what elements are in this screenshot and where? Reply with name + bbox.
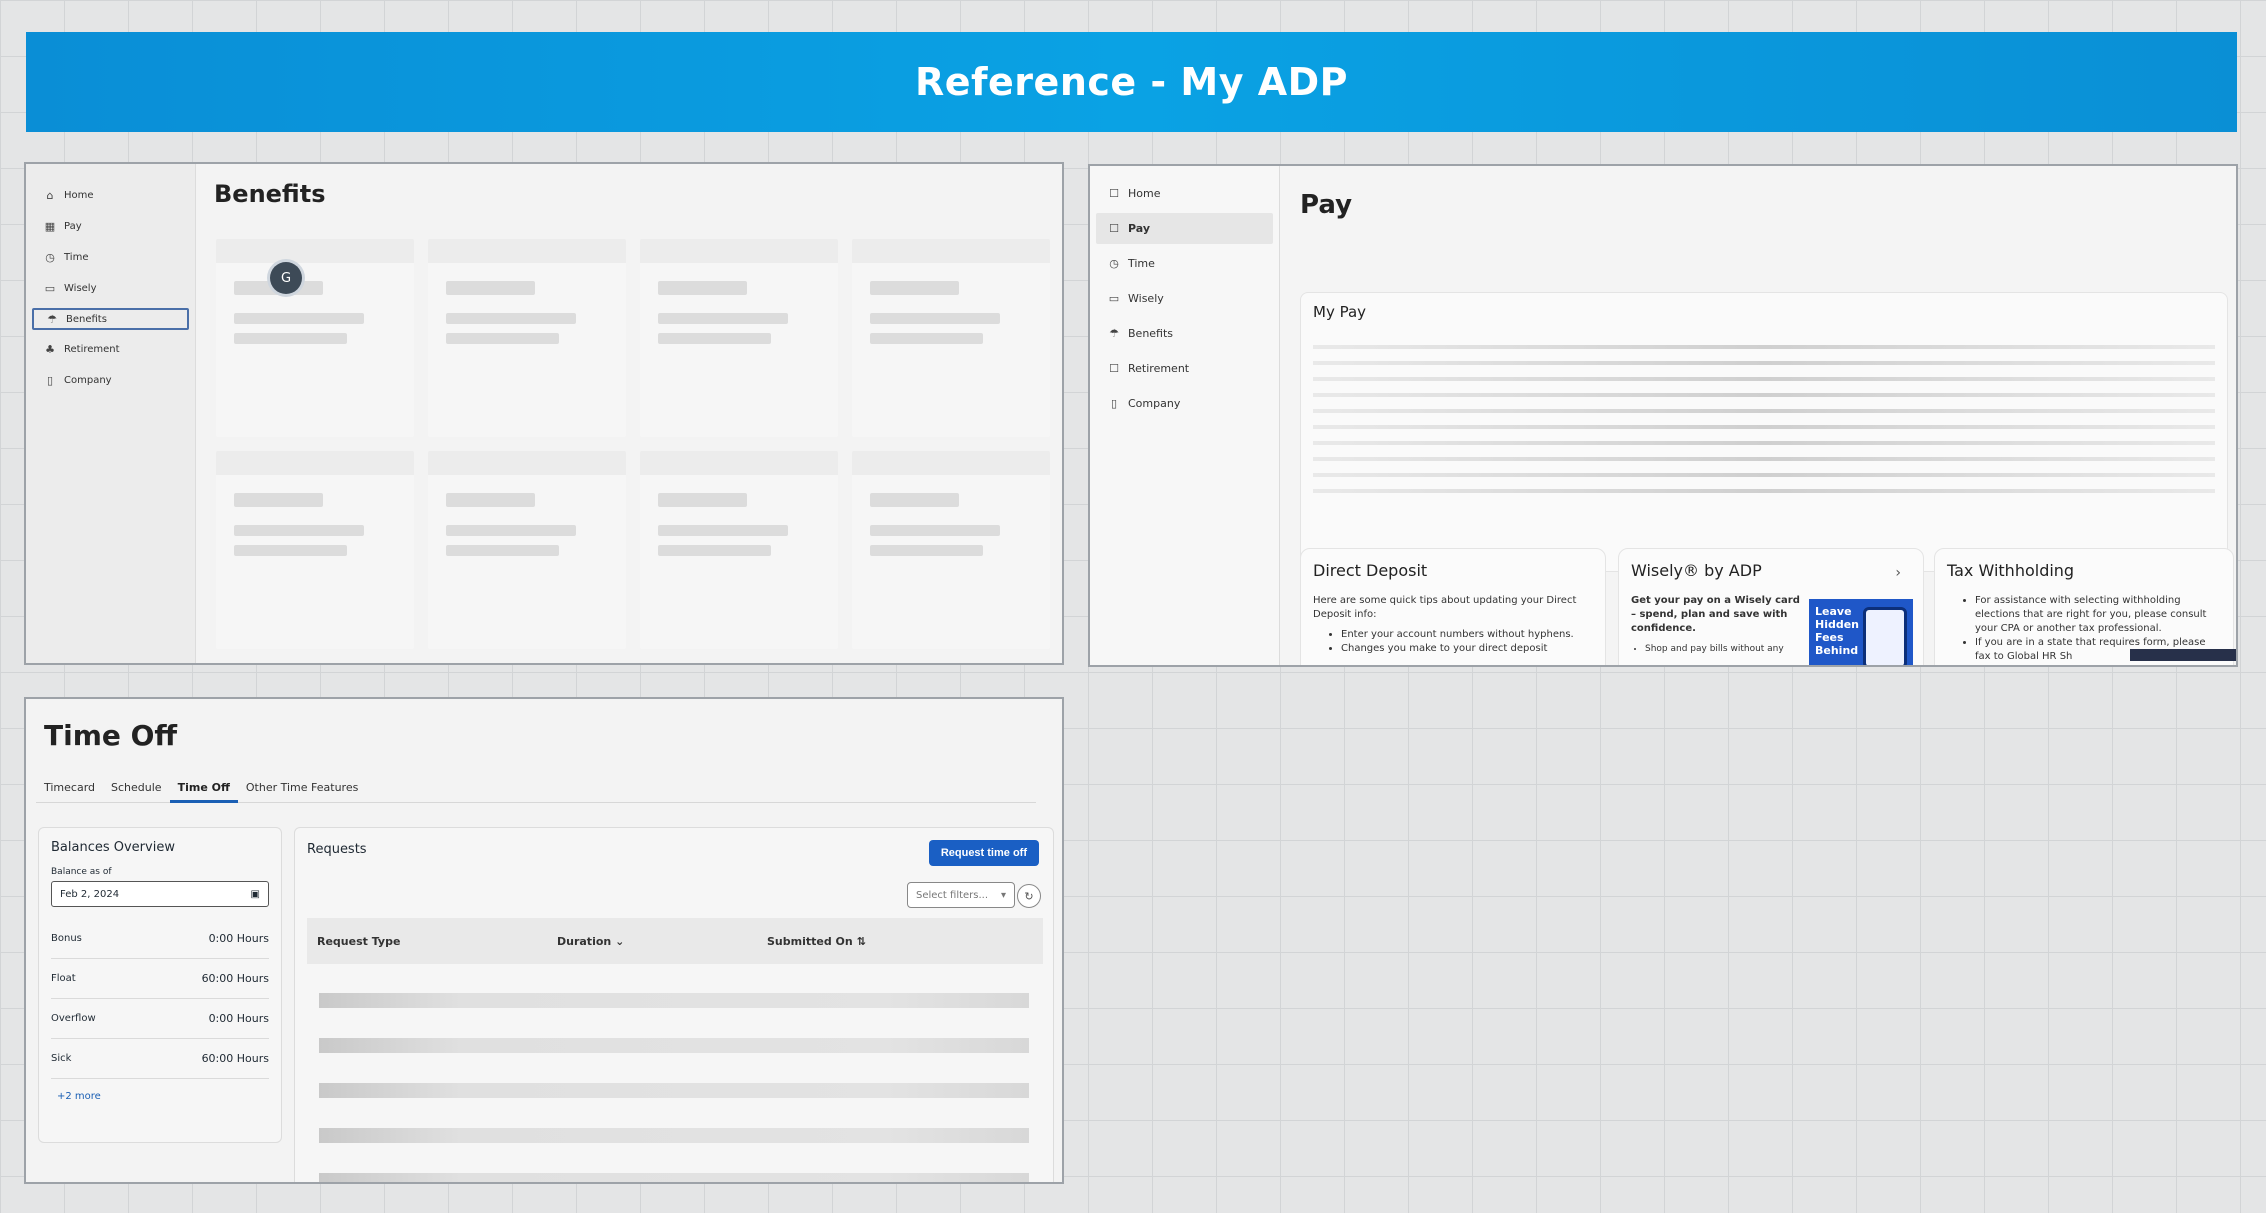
chevron-right-icon[interactable]: › — [1895, 565, 1901, 581]
tab-time-off[interactable]: Time Off — [169, 777, 238, 803]
balance-row: Bonus 0:00 Hours — [51, 919, 269, 959]
phone-icon — [1863, 607, 1907, 665]
column-header-duration[interactable]: Duration ⌄ — [547, 935, 757, 948]
balances-title: Balances Overview — [51, 840, 175, 855]
pay-screenshot-panel: ☐ Home ☐ Pay ◷ Time ▭ Wisely ☂ Benefits ☐ Reti… — [1088, 164, 2238, 667]
page-title: Pay — [1300, 190, 1353, 220]
card-icon: ▭ — [44, 282, 56, 295]
reference-banner: Reference - My ADP — [26, 32, 2237, 132]
request-time-off-button[interactable]: Request time off — [928, 840, 1039, 866]
sidebar-item-pay[interactable]: ☐ Pay — [1096, 213, 1273, 244]
page-title: Benefits — [214, 180, 326, 208]
sort-icon: ⇅ — [856, 934, 866, 948]
benefit-card-skeleton — [216, 451, 414, 649]
benefit-card-skeleton — [852, 239, 1050, 437]
wisely-title: Wisely® by ADP — [1631, 561, 1762, 580]
requests-card: Requests Request time off Select filters… — [294, 827, 1054, 1182]
chevron-down-icon: ⌄ — [615, 934, 625, 948]
tab-schedule[interactable]: Schedule — [103, 777, 170, 803]
balances-overview-card: Balances Overview Balance as of Feb 2, 2… — [38, 827, 282, 1143]
sidebar-item-time[interactable]: ◷ Time — [32, 242, 189, 273]
home-icon: ⌂ — [46, 189, 54, 202]
my-pay-card: My Pay — [1300, 292, 2228, 572]
building-icon: ▯ — [1110, 397, 1118, 410]
taskbar-fragment — [2130, 649, 2236, 661]
cash-icon: ☐ — [1109, 222, 1119, 235]
tax-withholding-title: Tax Withholding — [1947, 561, 2075, 580]
time-off-screenshot-panel: Time Off Timecard Schedule Time Off Othe… — [24, 697, 1064, 1184]
benefit-card-skeleton — [216, 239, 414, 437]
clock-icon: ◷ — [45, 251, 55, 264]
sidebar-item-pay[interactable]: ▦ Pay — [32, 211, 189, 242]
cash-icon: ▦ — [44, 220, 56, 233]
table-row — [319, 1083, 1029, 1098]
my-pay-title: My Pay — [1313, 303, 1367, 321]
piggy-bank-icon: ♣ — [45, 343, 55, 356]
filter-select[interactable]: Select filters... ▾ — [907, 882, 1015, 908]
benefit-card-skeleton — [640, 239, 838, 437]
pay-sidebar: ☐ Home ☐ Pay ◷ Time ▭ Wisely ☂ Benefits ☐ Reti… — [1090, 166, 1280, 665]
table-row — [319, 1038, 1029, 1053]
benefits-sidebar: ⌂ Home ▦ Pay ◷ Time ▭ Wisely ☂ Benefits ♣ Reti… — [26, 164, 196, 663]
benefits-screenshot-panel: ⌂ Home ▦ Pay ◷ Time ▭ Wisely ☂ Benefits ♣ Reti… — [24, 162, 1064, 665]
calendar-icon[interactable]: ▣ — [251, 889, 260, 900]
requests-title: Requests — [307, 842, 367, 857]
sidebar-item-benefits[interactable]: ☂ Benefits — [1096, 316, 1273, 351]
table-row — [319, 1173, 1029, 1182]
card-icon: ▭ — [1108, 292, 1120, 305]
benefit-card-skeleton — [852, 451, 1050, 649]
sidebar-item-home[interactable]: ⌂ Home — [32, 180, 189, 211]
sidebar-item-company[interactable]: ▯ Company — [1096, 386, 1273, 421]
table-row — [319, 1128, 1029, 1143]
sidebar-item-retirement[interactable]: ♣ Retirement — [32, 334, 189, 365]
time-tabs: Timecard Schedule Time Off Other Time Fe… — [36, 777, 1036, 803]
wisely-card[interactable]: Wisely® by ADP › Get your pay on a Wisel… — [1618, 548, 1924, 665]
balance-row: Overflow 0:00 Hours — [51, 999, 269, 1039]
more-balances-link[interactable]: +2 more — [51, 1091, 269, 1102]
page-title: Time Off — [44, 719, 178, 752]
sidebar-item-retirement[interactable]: ☐ Retirement — [1096, 351, 1273, 386]
list-item: For assistance with selecting withholdin… — [1975, 594, 2221, 636]
direct-deposit-card[interactable]: Direct Deposit Here are some quick tips … — [1300, 548, 1606, 665]
column-header-submitted-on[interactable]: Submitted On ⇅ — [757, 935, 866, 948]
building-icon: ▯ — [46, 374, 54, 387]
direct-deposit-intro: Here are some quick tips about updating … — [1313, 595, 1577, 620]
tab-timecard[interactable]: Timecard — [36, 777, 103, 803]
tab-other-time-features[interactable]: Other Time Features — [238, 777, 366, 803]
banner-title: Reference - My ADP — [914, 60, 1349, 104]
caret-down-icon: ▾ — [1000, 889, 1006, 901]
benefit-card-skeleton — [428, 451, 626, 649]
table-row — [319, 993, 1029, 1008]
umbrella-icon: ☂ — [1109, 327, 1119, 340]
sidebar-item-home[interactable]: ☐ Home — [1096, 176, 1273, 211]
wisely-promo-image: Leave Hidden Fees Behind — [1809, 599, 1913, 665]
requests-table-header: Request Type Duration ⌄ Submitted On ⇅ — [307, 918, 1043, 964]
balance-row: Float 60:00 Hours — [51, 959, 269, 999]
cursor-avatar: G — [270, 262, 302, 294]
wisely-body: Get your pay on a Wisely card – spend, p… — [1631, 595, 1800, 634]
direct-deposit-title: Direct Deposit — [1313, 561, 1428, 580]
sidebar-item-benefits[interactable]: ☂ Benefits — [32, 308, 189, 330]
sidebar-item-company[interactable]: ▯ Company — [32, 365, 189, 396]
balance-date-field[interactable]: Feb 2, 2024 ▣ — [51, 881, 269, 907]
sidebar-item-time[interactable]: ◷ Time — [1096, 246, 1273, 281]
list-item: Enter your account numbers without hyphe… — [1341, 628, 1593, 642]
benefit-card-skeleton — [428, 239, 626, 437]
balance-row: Sick 60:00 Hours — [51, 1039, 269, 1079]
home-icon: ☐ — [1109, 187, 1119, 200]
sidebar-item-wisely[interactable]: ▭ Wisely — [1096, 281, 1273, 316]
umbrella-icon: ☂ — [47, 312, 57, 326]
benefit-card-grid — [216, 239, 1050, 649]
column-header-request-type[interactable]: Request Type — [307, 935, 547, 948]
benefit-card-skeleton — [640, 451, 838, 649]
list-item: Changes you make to your direct deposit — [1341, 642, 1593, 656]
wisely-promo-text: Leave Hidden Fees Behind — [1815, 605, 1860, 657]
balance-as-of-label: Balance as of — [51, 867, 112, 877]
clock-icon: ◷ — [1109, 257, 1119, 270]
piggy-bank-icon: ☐ — [1109, 362, 1119, 375]
sidebar-item-wisely[interactable]: ▭ Wisely — [32, 273, 189, 304]
refresh-icon[interactable]: ↻ — [1017, 884, 1041, 908]
